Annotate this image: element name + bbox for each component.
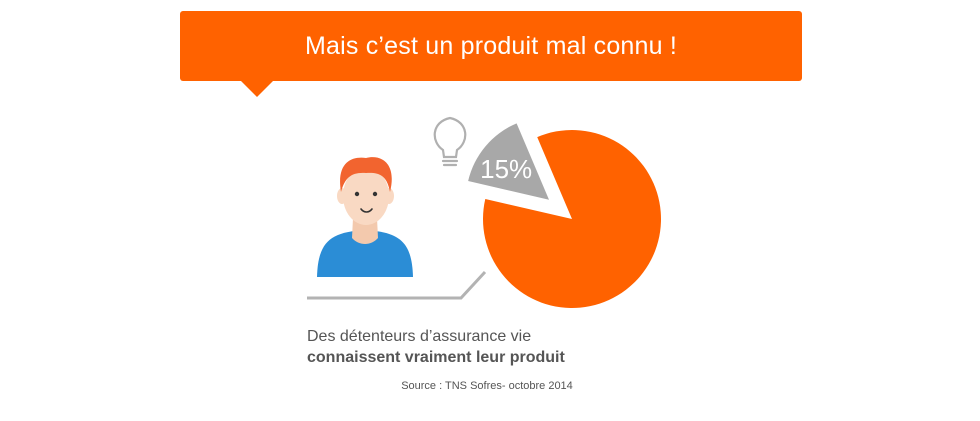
pie-chart: 15%	[468, 123, 661, 308]
caption-line-2: connaissent vraiment leur produit	[307, 349, 565, 366]
pie-slice-label: 15%	[480, 154, 532, 184]
chart-caption: Des détenteurs d’assurance vie connaisse…	[307, 326, 565, 368]
lightbulb-icon	[433, 116, 467, 167]
person-avatar	[317, 157, 413, 277]
source-note: Source : TNS Sofres- octobre 2014	[0, 380, 980, 392]
caption-line-1: Des détenteurs d’assurance vie	[307, 328, 532, 345]
source-text: Source : TNS Sofres- octobre 2014	[401, 380, 573, 392]
